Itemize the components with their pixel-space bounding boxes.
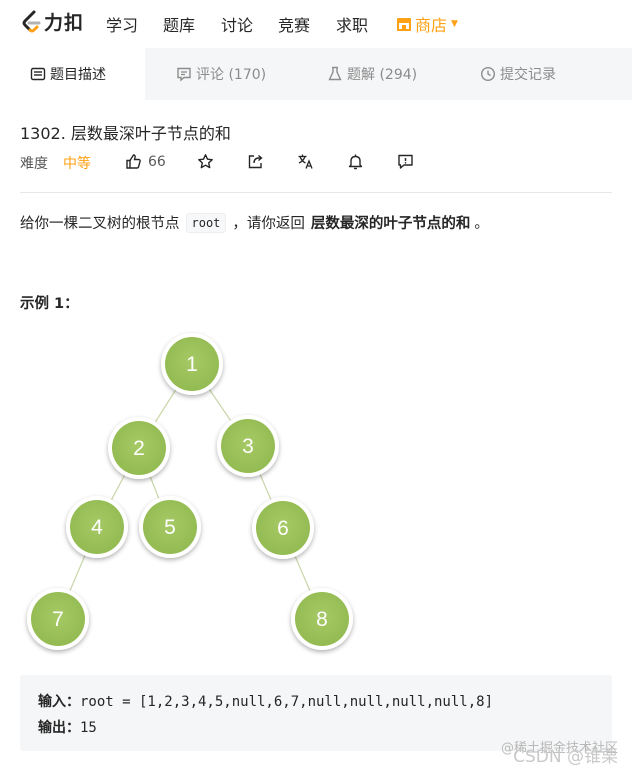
nav-shop-label: 商店 [415,16,448,35]
tree-node-label: 6 [277,517,289,540]
problem-description: 给你一棵二叉树的根节点 root ，请你返回 层数最深的叶子节点的和 。 [20,212,489,233]
leetcode-logo-icon [22,10,41,32]
problem-title: 1302. 层数最深叶子节点的和 [20,124,231,143]
translate-icon [298,154,313,169]
tree-node: 7 [27,588,89,650]
tree-node-label: 2 [133,437,145,460]
tab-description[interactable]: 题目描述 [0,48,145,100]
tree-node-label: 8 [316,608,328,631]
description-icon [30,67,46,81]
tree-edges [57,363,323,620]
nav-learn[interactable]: 学习 [106,12,138,36]
share-button[interactable] [247,153,264,170]
problem-meta: 难度 中等 66 [20,153,440,173]
tab-solutions[interactable]: 题解 (294) [327,48,417,100]
tab-solutions-label: 题解 (294) [347,67,418,83]
tree-node-label: 4 [91,516,103,539]
binary-tree-diagram: 1 2 3 4 5 6 7 8 [27,333,353,650]
translate-button[interactable] [297,153,314,170]
notify-button[interactable] [347,153,364,170]
nav-shop[interactable]: 商店 ▼ [396,12,458,36]
tab-submissions-label: 提交记录 [500,67,556,83]
problem-tabs: 题目描述 评论 (170) 题解 (294) 提交记录 [0,48,632,100]
divider [20,192,612,193]
tree-node-label: 7 [52,608,64,631]
share-icon [248,154,263,169]
tree-node-label: 5 [164,516,176,539]
tree-node: 5 [139,496,201,558]
tab-comments[interactable]: 评论 (170) [176,48,266,100]
example-input-line: 输入：root = [1,2,3,4,5,null,6,7,null,null,… [38,689,594,715]
feedback-button[interactable] [397,153,414,170]
logo[interactable]: 力扣 [20,8,84,35]
example-title: 示例 1： [20,296,79,312]
nav-problems[interactable]: 题库 [163,12,195,36]
tab-description-label: 题目描述 [50,67,106,83]
nav-contest[interactable]: 竞赛 [278,12,310,36]
like-button[interactable]: 66 [125,153,166,170]
bell-icon [348,154,363,170]
watermark: @稀土掘金技术社区 CSDN @锥栗 [501,740,618,766]
nav-discuss[interactable]: 讨论 [221,12,253,36]
difficulty-value: 中等 [63,156,91,172]
nav-jobs[interactable]: 求职 [336,12,368,36]
tree-node: 2 [108,417,170,479]
description-text-1: 给你一棵二叉树的根节点 [20,216,180,232]
logo-text: 力扣 [44,12,85,34]
tree-node: 3 [217,415,279,477]
tree-node: 8 [291,588,353,650]
tree-node: 6 [252,497,314,559]
comment-icon [177,67,191,82]
output-value: 15 [80,720,97,736]
inline-code-root: root [185,212,227,233]
tree-node: 1 [161,333,223,395]
clock-icon [480,66,496,82]
tab-submissions[interactable]: 提交记录 [480,48,556,100]
caret-down-icon: ▼ [451,19,458,29]
feedback-icon [398,154,413,169]
like-count: 66 [148,153,166,170]
star-icon [198,154,213,169]
tree-node-label: 3 [242,435,254,458]
output-label: 输出： [38,720,80,736]
description-bold: 层数最深的叶子节点的和 [310,216,471,232]
thumbs-up-icon [126,154,141,169]
tree-node-label: 1 [186,353,198,376]
top-nav: 力扣 学习 题库 讨论 竞赛 求职 商店 ▼ [0,0,632,46]
difficulty-label: 难度 [20,156,48,172]
description-text-3: 。 [474,216,489,232]
example-output-line: 输出：15 [38,715,594,741]
shop-icon [397,18,411,31]
tree-node: 4 [66,496,128,558]
description-text-2: ，请你返回 [232,216,305,232]
watermark-line-2: CSDN @锥栗 [513,747,618,767]
favorite-button[interactable] [197,153,214,170]
input-value: root = [1,2,3,4,5,null,6,7,null,null,nul… [80,694,494,710]
input-label: 输入： [38,694,80,710]
flask-icon [328,66,342,81]
tab-comments-label: 评论 (170) [196,67,267,83]
